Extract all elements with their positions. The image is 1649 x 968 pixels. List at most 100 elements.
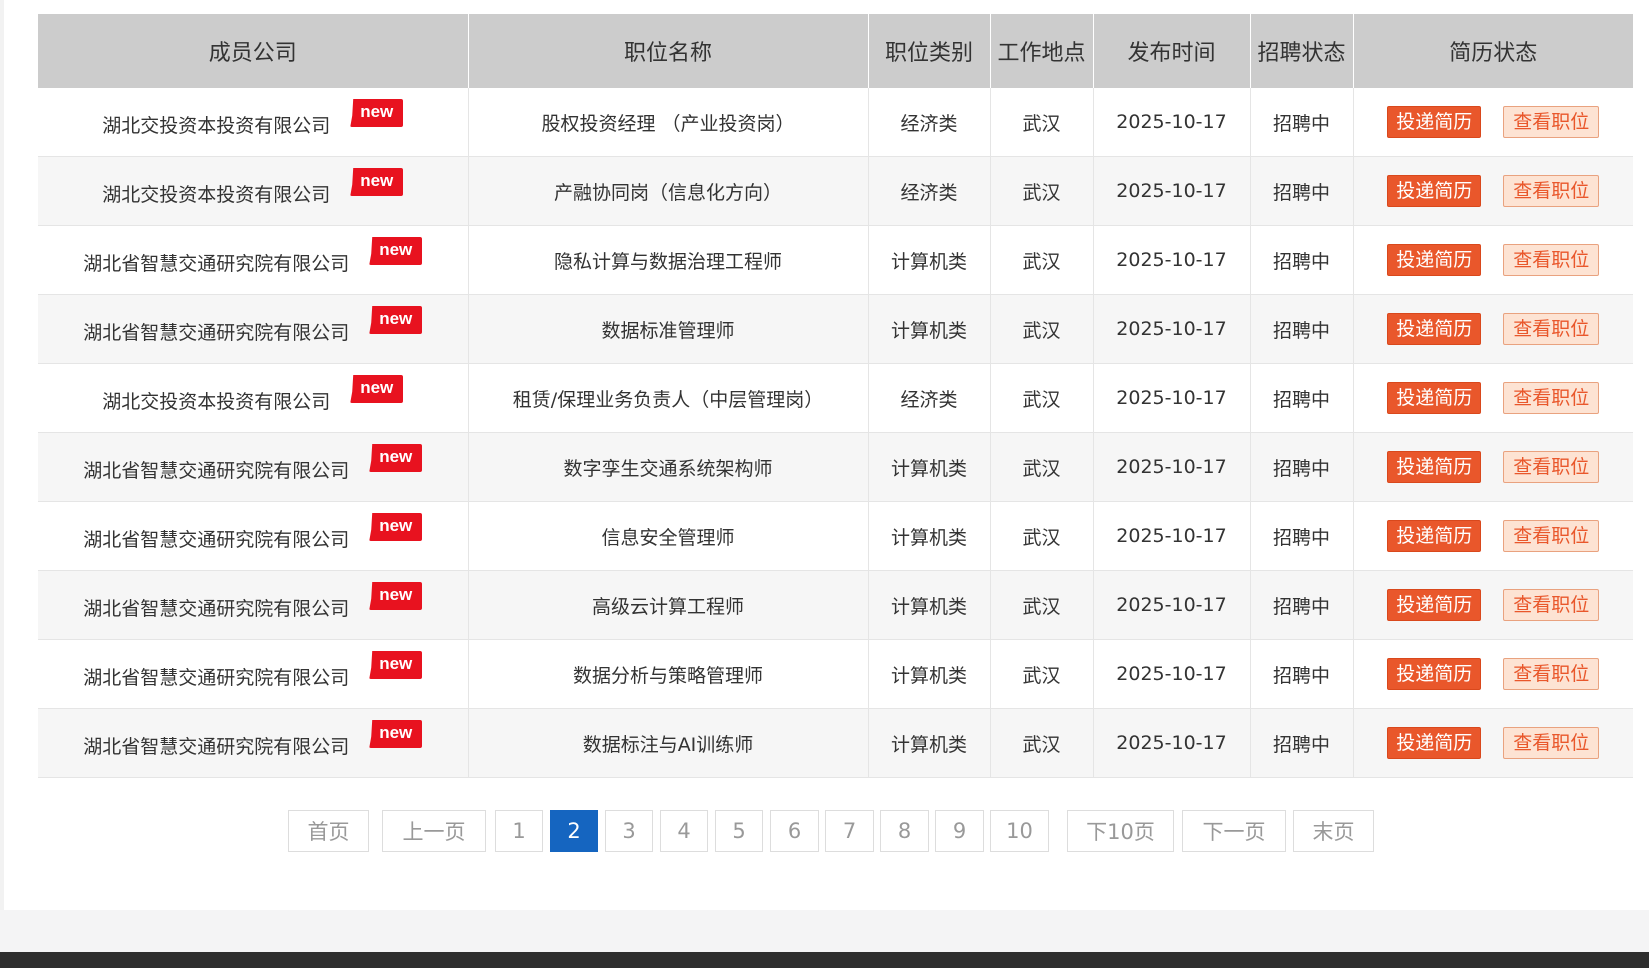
footer-bar [0,952,1649,968]
work-location: 武汉 [990,88,1094,157]
table-row: 湖北省智慧交通研究院有限公司 new 数据标准管理师 计算机类 武汉 2025-10-17… [38,294,1633,364]
resume-actions: 投递简历 查看职位 [1353,432,1633,502]
resume-actions: 投递简历 查看职位 [1353,639,1633,709]
position-category: 经济类 [868,156,991,226]
apply-resume-button[interactable]: 投递简历 [1387,451,1482,483]
work-location: 武汉 [990,432,1094,502]
new-badge: new [350,375,404,403]
page-number-2-active[interactable]: 2 [550,810,598,852]
position-name[interactable]: 高级云计算工程师 [468,570,869,640]
publish-date: 2025-10-17 [1093,570,1251,640]
resume-actions: 投递简历 查看职位 [1353,225,1633,295]
table-row: 湖北省智慧交通研究院有限公司 new 数据标注与AI训练师 计算机类 武汉 2025-10… [38,708,1633,778]
table-row: 湖北交投资本投资有限公司 new 产融协同岗（信息化方向） 经济类 武汉 2025-10-… [38,156,1633,226]
position-name[interactable]: 股权投资经理 （产业投资岗） [468,88,869,157]
new-badge: new [369,720,423,748]
view-position-button[interactable]: 查看职位 [1503,727,1600,759]
apply-resume-button[interactable]: 投递简历 [1387,658,1482,690]
table-row: 湖北交投资本投资有限公司 new 股权投资经理 （产业投资岗） 经济类 武汉 2025-1… [38,88,1633,157]
resume-actions: 投递简历 查看职位 [1353,363,1633,433]
page-number-9[interactable]: 9 [935,810,984,852]
company-cell: 湖北交投资本投资有限公司 new [38,156,469,226]
page-next-button[interactable]: 下一页 [1182,810,1286,852]
footer-spacer [0,910,1649,952]
header-location: 工作地点 [990,14,1094,88]
apply-resume-button[interactable]: 投递简历 [1387,313,1482,345]
pagination: 首页 上一页 1 2 3 4 5 6 7 8 9 10 下10页 下一页 末页 [4,810,1649,854]
page-number-6[interactable]: 6 [770,810,819,852]
view-position-button[interactable]: 查看职位 [1503,382,1600,414]
page-number-10[interactable]: 10 [990,810,1049,852]
table-row: 湖北交投资本投资有限公司 new 租赁/保理业务负责人（中层管理岗） 经济类 武汉 202… [38,363,1633,433]
position-name[interactable]: 数据标注与AI训练师 [468,708,869,778]
position-name[interactable]: 产融协同岗（信息化方向） [468,156,869,226]
resume-actions: 投递简历 查看职位 [1353,156,1633,226]
recruit-status: 招聘中 [1250,156,1354,226]
table-row: 湖北省智慧交通研究院有限公司 new 信息安全管理师 计算机类 武汉 2025-10-17… [38,501,1633,571]
header-status: 招聘状态 [1250,14,1354,88]
work-location: 武汉 [990,639,1094,709]
apply-resume-button[interactable]: 投递简历 [1387,727,1482,759]
page-number-3[interactable]: 3 [605,810,653,852]
position-name[interactable]: 数据分析与策略管理师 [468,639,869,709]
page-number-1[interactable]: 1 [495,810,543,852]
publish-date: 2025-10-17 [1093,639,1251,709]
work-location: 武汉 [990,294,1094,364]
apply-resume-button[interactable]: 投递简历 [1387,106,1482,138]
page-number-8[interactable]: 8 [880,810,929,852]
publish-date: 2025-10-17 [1093,156,1251,226]
apply-resume-button[interactable]: 投递简历 [1387,382,1482,414]
view-position-button[interactable]: 查看职位 [1503,451,1600,483]
view-position-button[interactable]: 查看职位 [1503,106,1600,138]
view-position-button[interactable]: 查看职位 [1503,175,1600,207]
page-next10-button[interactable]: 下10页 [1067,810,1174,852]
apply-resume-button[interactable]: 投递简历 [1387,244,1482,276]
position-category: 计算机类 [868,432,991,502]
table-row: 湖北省智慧交通研究院有限公司 new 数字孪生交通系统架构师 计算机类 武汉 2025-1… [38,432,1633,502]
page-number-7[interactable]: 7 [825,810,874,852]
company-cell: 湖北省智慧交通研究院有限公司 new [38,501,469,571]
page-number-4[interactable]: 4 [660,810,708,852]
new-badge: new [369,237,423,265]
new-badge: new [369,651,423,679]
resume-actions: 投递简历 查看职位 [1353,570,1633,640]
position-name[interactable]: 信息安全管理师 [468,501,869,571]
work-location: 武汉 [990,156,1094,226]
view-position-button[interactable]: 查看职位 [1503,589,1600,621]
view-position-button[interactable]: 查看职位 [1503,520,1600,552]
resume-actions: 投递简历 查看职位 [1353,88,1633,157]
new-badge: new [369,513,423,541]
page-first-button[interactable]: 首页 [288,810,369,852]
page-prev-button[interactable]: 上一页 [382,810,486,852]
new-badge: new [369,306,423,334]
apply-resume-button[interactable]: 投递简历 [1387,175,1482,207]
page-number-5[interactable]: 5 [715,810,763,852]
new-badge: new [350,168,404,196]
recruit-status: 招聘中 [1250,363,1354,433]
company-cell: 湖北交投资本投资有限公司 new [38,88,469,157]
apply-resume-button[interactable]: 投递简历 [1387,589,1482,621]
apply-resume-button[interactable]: 投递简历 [1387,520,1482,552]
position-name[interactable]: 租赁/保理业务负责人（中层管理岗） [468,363,869,433]
position-category: 经济类 [868,363,991,433]
page-last-button[interactable]: 末页 [1293,810,1374,852]
publish-date: 2025-10-17 [1093,363,1251,433]
view-position-button[interactable]: 查看职位 [1503,313,1600,345]
view-position-button[interactable]: 查看职位 [1503,244,1600,276]
publish-date: 2025-10-17 [1093,294,1251,364]
position-category: 计算机类 [868,225,991,295]
company-name: 湖北省智慧交通研究院有限公司 [83,735,350,758]
company-cell: 湖北省智慧交通研究院有限公司 new [38,570,469,640]
company-name: 湖北交投资本投资有限公司 [102,114,331,137]
recruit-status: 招聘中 [1250,639,1354,709]
publish-date: 2025-10-17 [1093,88,1251,157]
company-cell: 湖北省智慧交通研究院有限公司 new [38,708,469,778]
company-cell: 湖北省智慧交通研究院有限公司 new [38,432,469,502]
position-name[interactable]: 数字孪生交通系统架构师 [468,432,869,502]
view-position-button[interactable]: 查看职位 [1503,658,1600,690]
position-name[interactable]: 数据标准管理师 [468,294,869,364]
position-name[interactable]: 隐私计算与数据治理工程师 [468,225,869,295]
company-name: 湖北省智慧交通研究院有限公司 [83,252,350,275]
position-category: 经济类 [868,88,991,157]
company-name: 湖北省智慧交通研究院有限公司 [83,459,350,482]
